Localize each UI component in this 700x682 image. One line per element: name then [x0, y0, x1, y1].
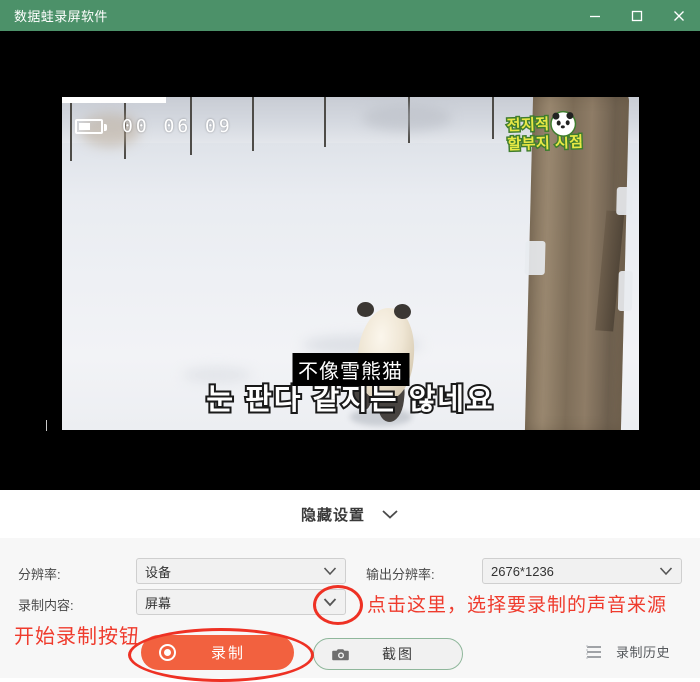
chevron-down-icon: [659, 564, 673, 578]
output-resolution-select[interactable]: 2676*1236: [482, 558, 682, 584]
resolution-label: 分辨率:: [18, 567, 61, 582]
record-content-value: 屏幕: [145, 595, 172, 611]
hide-settings-label: 隐藏设置: [300, 506, 365, 524]
annotation-audio-source-text: 点击这里，选择要录制的声音来源: [367, 595, 668, 616]
watermark-line-1: 전지적: [505, 114, 551, 135]
output-resolution-label: 输出分辨率:: [366, 567, 435, 582]
close-icon: [674, 10, 684, 21]
maximize-button[interactable]: [616, 0, 658, 31]
trunk-snow-patch: [617, 271, 633, 311]
chevron-down-icon: [382, 510, 398, 519]
battery-fill: [78, 122, 90, 130]
hide-settings-toggle[interactable]: 隐藏设置: [0, 490, 700, 539]
channel-watermark: 전지적 할부지 시점: [505, 111, 585, 155]
close-button[interactable]: [658, 0, 700, 31]
video-frame: 00 06 09 전지적 할부지 시점 눈 판다 같지는 않네요 不像雪熊猫: [62, 97, 639, 430]
record-history-button[interactable]: 录制历史: [586, 642, 670, 661]
fence-post: [70, 97, 72, 161]
record-content-label: 录制内容:: [18, 598, 74, 613]
fence-post: [252, 97, 254, 151]
minimize-button[interactable]: [574, 0, 616, 31]
maximize-icon: [631, 10, 643, 21]
snapshot-button-label: 截图: [382, 646, 414, 662]
window-controls: [574, 0, 700, 31]
chevron-down-icon[interactable]: [323, 595, 337, 609]
fence-post: [492, 97, 494, 139]
trunk-snow-patch: [616, 187, 633, 215]
battery-icon: [75, 119, 107, 134]
app-title: 数据蛙录屏软件: [14, 9, 108, 24]
snapshot-button[interactable]: 截图: [313, 638, 463, 670]
resolution-select[interactable]: 设备: [136, 558, 346, 584]
fence-post: [324, 97, 326, 147]
video-timecode: 00 06 09: [122, 116, 233, 137]
record-dot-icon: [159, 644, 176, 661]
preview-edge-tick: [46, 420, 47, 431]
subtitle-translation-tooltip: 不像雪熊猫: [292, 353, 409, 386]
frame-white-strip: [62, 97, 166, 103]
chevron-down-icon: [323, 564, 337, 578]
resolution-value: 设备: [145, 564, 172, 580]
record-content-select[interactable]: 屏幕: [136, 589, 346, 615]
record-button[interactable]: 录制: [141, 635, 294, 670]
background-blur: [362, 105, 452, 131]
annotation-start-record-text: 开始录制按钮: [14, 626, 140, 648]
watermark-line-2: 할부지 시점: [505, 132, 585, 155]
output-resolution-value: 2676*1236: [491, 563, 554, 579]
record-history-label: 录制历史: [616, 645, 671, 660]
minimize-icon: [590, 15, 600, 17]
panda-ear: [357, 302, 374, 317]
record-button-label: 录制: [210, 645, 245, 662]
camera-icon: [332, 648, 349, 660]
list-icon: [586, 644, 601, 659]
title-bar: 数据蛙录屏软件: [0, 0, 700, 31]
panda-face-icon: [551, 111, 575, 136]
trunk-snow-patch: [524, 241, 546, 275]
video-preview-area[interactable]: 00 06 09 전지적 할부지 시점 눈 판다 같지는 않네요 不像雪熊猫: [0, 31, 700, 490]
app-window: 数据蛙录屏软件 00 06 09 전지적 할부지 시점 눈 판다 같지는 않네요…: [0, 0, 700, 682]
